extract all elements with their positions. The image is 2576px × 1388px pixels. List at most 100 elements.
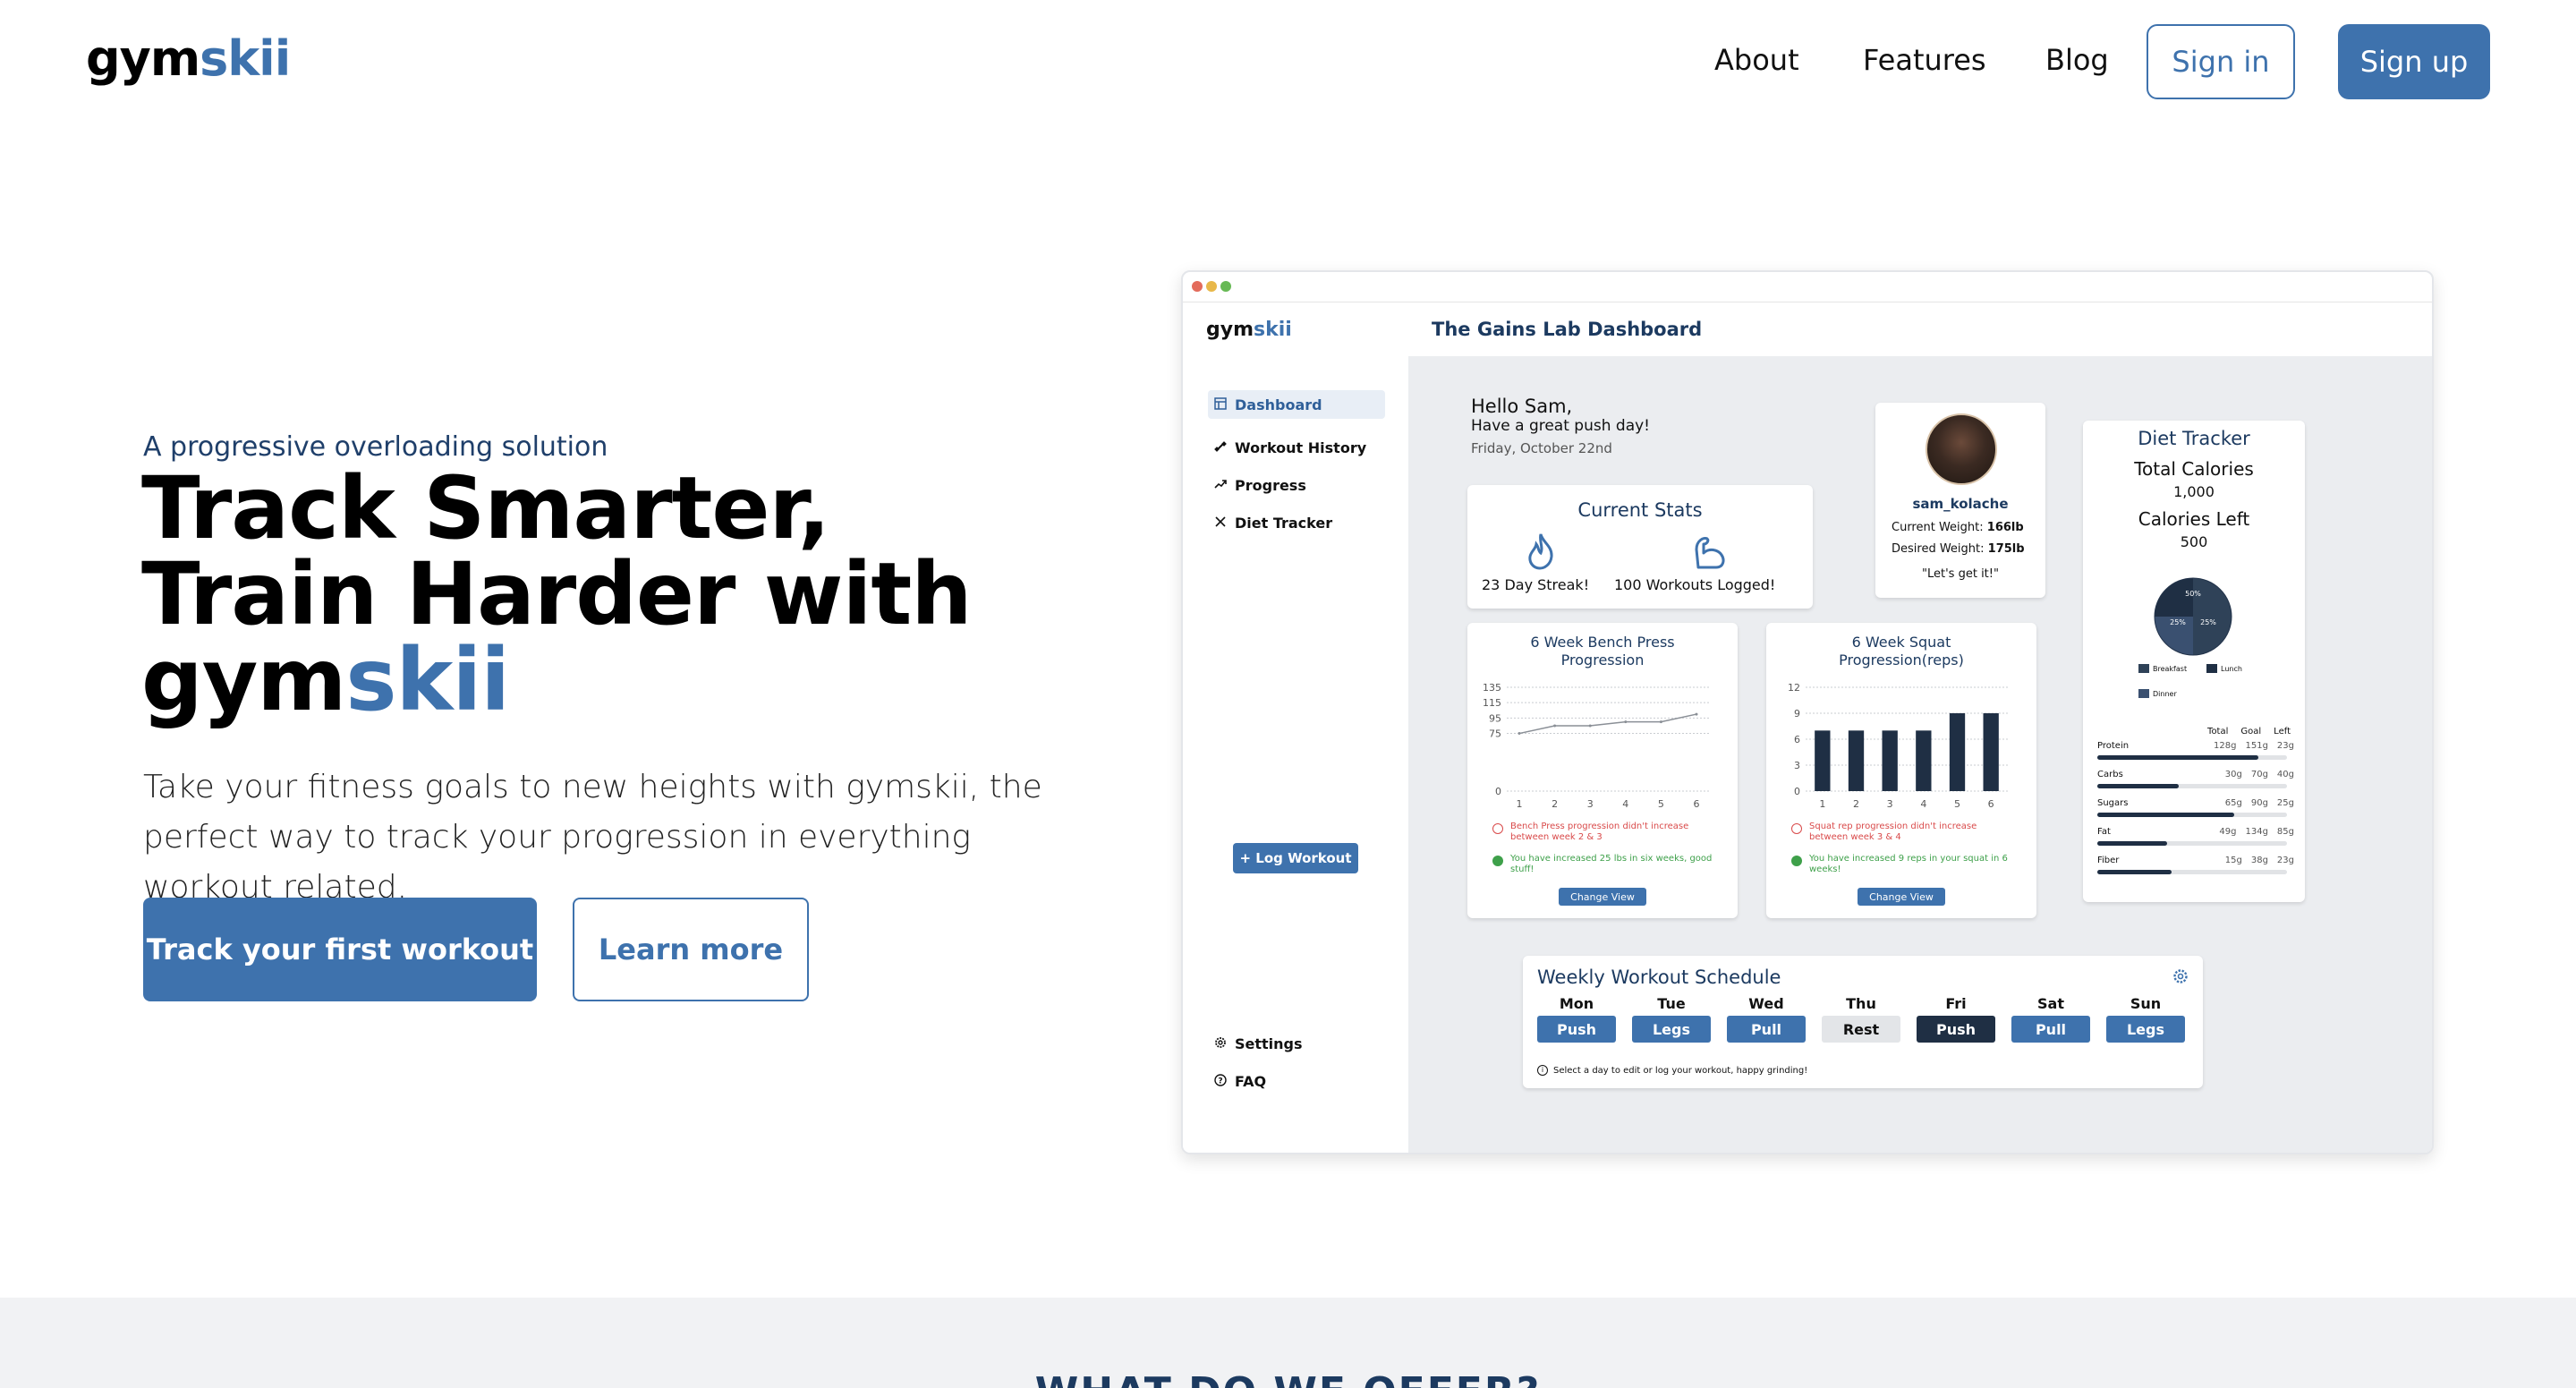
y-tick-label: 0 xyxy=(1794,786,1800,797)
learn-more-button[interactable]: Learn more xyxy=(573,898,809,1001)
svg-text:?: ? xyxy=(1218,1077,1222,1086)
y-tick-label: 135 xyxy=(1483,682,1501,694)
calorie-pie-chart: 50% 25% 25% xyxy=(2154,577,2232,656)
headline-brand: gymskii xyxy=(141,630,510,730)
bench-data-point xyxy=(1659,720,1662,724)
day-workout-button[interactable]: Pull xyxy=(2011,1016,2090,1043)
calories-left-value: 500 xyxy=(2180,533,2208,550)
day-workout-button[interactable]: Rest xyxy=(1822,1016,1900,1043)
legend-breakfast: Breakfast xyxy=(2138,664,2187,673)
day-workout-button[interactable]: Pull xyxy=(1727,1016,1806,1043)
window-minimize-dot xyxy=(1206,281,1217,292)
day-name: Mon xyxy=(1559,995,1594,1012)
squat-bar xyxy=(1882,730,1898,791)
macro-columns-header: Total Goal Left xyxy=(2207,727,2291,737)
nav-features-link[interactable]: Features xyxy=(1863,43,1986,77)
schedule-day[interactable]: Tue Legs xyxy=(1632,995,1711,1043)
bench-data-point xyxy=(1588,724,1592,728)
x-tick-label: 2 xyxy=(1853,798,1859,810)
profile-card: sam_kolache Current Weight: 166lb Desire… xyxy=(1875,403,2045,598)
x-tick-label: 3 xyxy=(1587,798,1594,810)
utensils-icon xyxy=(1213,515,1228,530)
dashboard-logo[interactable]: gymskii xyxy=(1206,319,1292,341)
squat-chart-card: 6 Week Squat Progression(reps) 0 3 6 9 12 1 2 3… xyxy=(1766,623,2036,918)
sign-in-button[interactable]: Sign in xyxy=(2147,24,2295,99)
diet-tracker-title: Diet Tracker xyxy=(2138,428,2250,449)
x-tick-label: 3 xyxy=(1887,798,1893,810)
schedule-day[interactable]: Sun Legs xyxy=(2106,995,2185,1043)
greeting-message: Have a great push day! xyxy=(1471,417,1650,435)
gear-icon[interactable] xyxy=(2172,968,2189,984)
macro-fill xyxy=(2097,813,2234,817)
squat-bar xyxy=(1949,713,1966,791)
macro-values: 15g 38g 23g xyxy=(2224,856,2294,865)
day-workout-button[interactable]: Push xyxy=(1917,1016,1995,1043)
schedule-day[interactable]: Thu Rest xyxy=(1822,995,1900,1043)
avatar xyxy=(1926,413,1997,485)
bench-success-text: You have increased 25 lbs in six weeks, … xyxy=(1510,854,1713,874)
schedule-hint: i Select a day to edit or log your worko… xyxy=(1537,1065,1807,1076)
sign-up-button[interactable]: Sign up xyxy=(2338,24,2490,99)
brand-logo[interactable]: gymskii xyxy=(86,30,291,87)
y-tick-label: 9 xyxy=(1794,708,1800,720)
bench-data-point xyxy=(1553,724,1557,728)
squat-bar-chart: 0369121 2 3 4 5 6 xyxy=(1788,682,2008,810)
sidebar-item-workout-history[interactable]: Workout History xyxy=(1208,433,1385,462)
current-weight: Current Weight: 166lb xyxy=(1892,521,2024,534)
bench-line-chart: 0 75 95 115 135 1 2 3 4 5 6 xyxy=(1483,682,1709,810)
sidebar-item-dashboard[interactable]: Dashboard xyxy=(1208,390,1385,419)
x-tick-label: 5 xyxy=(1658,798,1664,810)
dashboard-preview: gymskii Dashboard Workout History Progre… xyxy=(1181,270,2434,1154)
macro-fill xyxy=(2097,784,2179,788)
x-tick-label: 6 xyxy=(1694,798,1700,810)
squat-warning-text: Squat rep progression didn't increase be… xyxy=(1809,822,1977,842)
hero-subtitle: Take your fitness goals to new heights w… xyxy=(143,769,1042,906)
squat-success-text: You have increased 9 reps in your squat … xyxy=(1809,854,2008,874)
day-workout-button[interactable]: Legs xyxy=(1632,1016,1711,1043)
macro-values: 128g 151g 23g xyxy=(2214,741,2294,751)
day-workout-button[interactable]: Legs xyxy=(2106,1016,2185,1043)
macro-fill xyxy=(2097,841,2167,846)
macro-name: Carbs xyxy=(2097,770,2123,779)
day-name: Thu xyxy=(1846,995,1876,1012)
bench-change-view-button[interactable]: Change View xyxy=(1559,888,1646,906)
bench-series-line xyxy=(1518,713,1697,735)
sidebar-item-faq[interactable]: ? FAQ xyxy=(1208,1067,1385,1095)
profile-quote: "Let's get it!" xyxy=(1922,567,1999,581)
sidebar-item-settings[interactable]: Settings xyxy=(1208,1029,1385,1058)
dashboard-sidebar: gymskii Dashboard Workout History Progre… xyxy=(1183,302,1408,1153)
log-workout-button[interactable]: + Log Workout xyxy=(1233,843,1358,873)
y-tick-label: 75 xyxy=(1489,728,1501,740)
nav-blog-link[interactable]: Blog xyxy=(2045,43,2109,77)
bench-data-point xyxy=(1624,720,1628,724)
sidebar-item-label: Settings xyxy=(1235,1035,1303,1052)
schedule-day[interactable]: Sat Pull xyxy=(2011,995,2090,1043)
calories-left-label: Calories Left xyxy=(2138,508,2250,530)
weekly-schedule-card: Weekly Workout Schedule i Select a day t… xyxy=(1523,956,2203,1088)
schedule-title: Weekly Workout Schedule xyxy=(1537,966,1781,988)
macro-name: Sugars xyxy=(2097,798,2129,808)
squat-change-view-button[interactable]: Change View xyxy=(1858,888,1945,906)
headline-line-2: Train Harder with xyxy=(141,544,973,644)
top-navbar: gymskii About Features Blog Sign in Sign… xyxy=(0,0,2576,125)
schedule-day[interactable]: Fri Push xyxy=(1917,995,1995,1043)
sidebar-item-label: FAQ xyxy=(1235,1072,1267,1090)
window-titlebar xyxy=(1183,272,2432,302)
macro-name: Fiber xyxy=(2097,856,2120,865)
track-first-workout-button[interactable]: Track your first workout xyxy=(143,898,537,1001)
sidebar-item-progress[interactable]: Progress xyxy=(1208,471,1385,499)
pie-label-dinner: 25% xyxy=(2200,618,2216,626)
day-workout-button[interactable]: Push xyxy=(1537,1016,1616,1043)
squat-bar xyxy=(1815,730,1831,791)
schedule-day[interactable]: Mon Push xyxy=(1537,995,1616,1043)
schedule-day[interactable]: Wed Pull xyxy=(1727,995,1806,1043)
sidebar-item-diet-tracker[interactable]: Diet Tracker xyxy=(1208,508,1385,537)
x-tick-label: 4 xyxy=(1920,798,1926,810)
x-tick-label: 4 xyxy=(1622,798,1628,810)
pie-label-lunch: 25% xyxy=(2170,618,2186,626)
day-name: Tue xyxy=(1657,995,1686,1012)
pie-label-breakfast: 50% xyxy=(2185,590,2201,598)
nav-about-link[interactable]: About xyxy=(1714,43,1799,77)
macro-values: 30g 70g 40g xyxy=(2224,770,2294,779)
window-close-dot xyxy=(1192,281,1203,292)
